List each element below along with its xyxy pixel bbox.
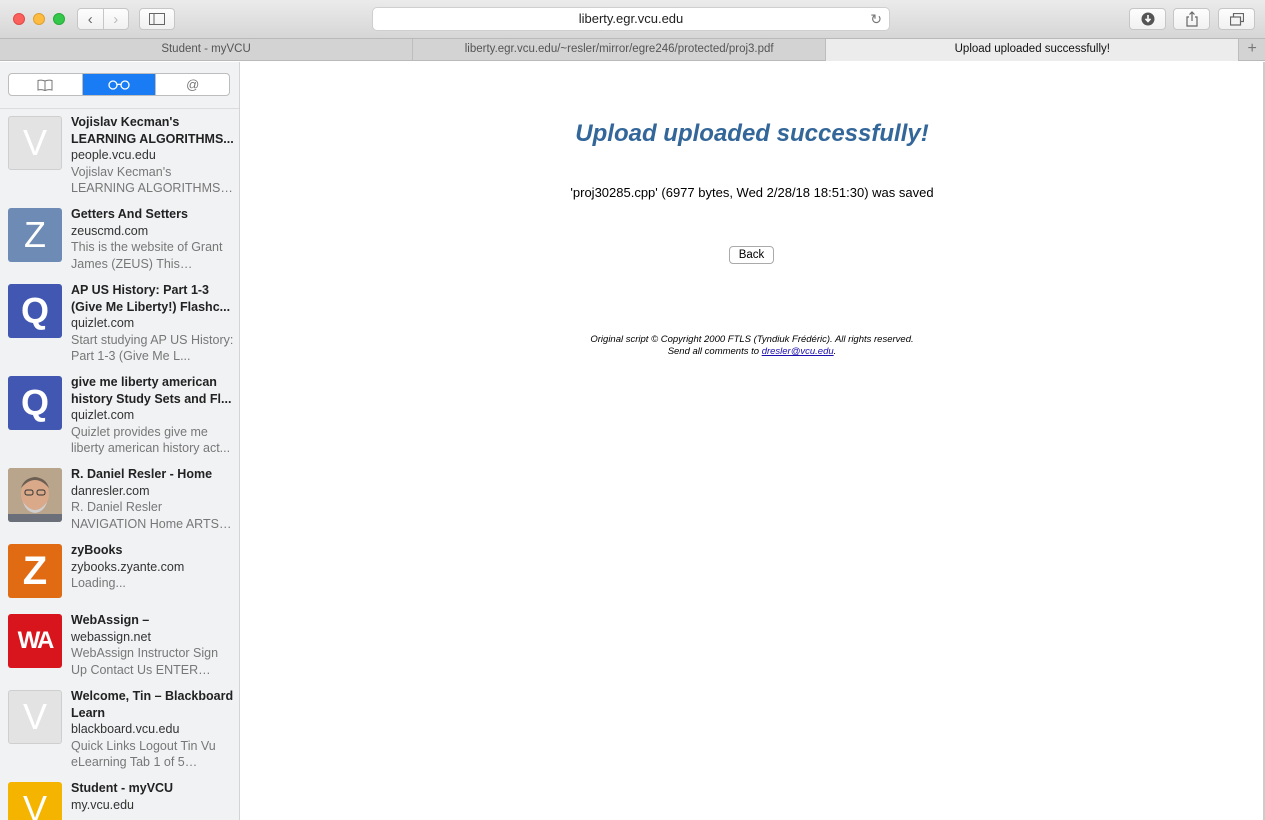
item-domain: people.vcu.edu [71,148,156,162]
saved-message: 'proj30285.cpp' (6977 bytes, Wed 2/28/18… [570,185,934,200]
browser-toolbar: ‹ › liberty.egr.vcu.edu ↻ [0,0,1265,38]
site-thumbnail: WA [8,614,62,668]
comments-line: Send all comments to dresler@vcu.edu. [241,346,1263,358]
page-content: Upload uploaded successfully! 'proj30285… [241,62,1263,818]
item-domain: my.vcu.edu [71,797,134,812]
item-title: give me liberty american history Study S… [71,375,232,406]
back-nav-icon[interactable]: ‹ [78,9,103,29]
item-domain: danresler.com [71,483,150,498]
item-title: R. Daniel Resler - Home [71,467,213,481]
item-domain: webassign.net [71,629,151,644]
site-thumbnail: V [8,690,62,744]
footer: Original script © Copyright 2000 FTLS (T… [241,334,1263,358]
tabs-icon [1229,12,1244,26]
navigation-buttons: ‹ › [77,8,129,30]
item-description: This is the website of Grant James (ZEUS… [71,240,223,271]
reload-icon[interactable]: ↻ [870,8,882,30]
site-thumbnail: Z [8,208,62,262]
bookmarks-icon[interactable] [9,74,82,95]
tab-proj3-pdf[interactable]: liberty.egr.vcu.edu/~resler/mirror/egre2… [413,39,827,61]
item-title: Welcome, Tin – Blackboard Learn [71,689,234,720]
address-bar[interactable]: liberty.egr.vcu.edu ↻ [372,7,890,31]
page-title: Upload uploaded successfully! [575,120,929,147]
comments-suffix: . [833,346,837,357]
site-thumbnail: Z [8,544,62,598]
maximize-window-button[interactable] [53,13,65,25]
sidebar: @ V Vojislav Kecman's LEARNING ALGORITHM… [0,62,240,820]
comments-prefix: Send all comments to [667,346,760,357]
back-button[interactable]: Back [729,246,774,264]
browser-window: ‹ › liberty.egr.vcu.edu ↻ Student - myVC… [0,0,1265,820]
site-thumbnail: Q [8,284,62,338]
sidebar-divider [0,108,239,109]
item-domain: quizlet.com [71,316,135,330]
sidebar-toggle-button[interactable] [139,8,175,30]
address-text: liberty.egr.vcu.edu [578,11,684,26]
item-domain: quizlet.com [71,408,135,422]
item-domain: blackboard.vcu.edu [71,722,180,736]
download-icon [1141,12,1154,26]
new-tab-icon[interactable]: + [1239,39,1265,61]
item-title: zyBooks [71,543,123,557]
tab-student-myvcu[interactable]: Student - myVCU [0,39,414,61]
item-description: Vojislav Kecman's LEARNING ALGORITHMS A.… [71,164,221,196]
sidebar-segmented-control: @ [8,73,230,96]
item-description: WebAssign Instructor Sign Up Contact Us … [71,646,219,677]
shared-links-icon[interactable]: @ [155,74,229,95]
item-description: Loading... [71,576,126,590]
item-title: Student - myVCU [71,781,174,795]
copyright-text: Original script © Copyright 2000 FTLS (T… [590,334,914,345]
item-description: Quick Links Logout Tin Vu eLearning Tab … [71,738,216,770]
sidebar-icon [149,13,165,25]
forward-nav-icon[interactable]: › [102,9,129,29]
item-description: Quizlet provides give me liberty america… [71,424,231,456]
site-thumbnail: V [8,116,62,170]
close-window-button[interactable] [13,13,25,25]
avatar [8,468,62,522]
site-thumbnail: V [8,782,62,820]
item-title: AP US History: Part 1-3 (Give Me Liberty… [71,283,231,314]
item-title: Vojislav Kecman's LEARNING ALGORITHMS... [71,115,234,146]
item-domain: zybooks.zyante.com [71,559,185,574]
share-button[interactable] [1173,8,1210,30]
reading-list-icon[interactable] [81,74,156,95]
email-link[interactable]: dresler@vcu.edu [762,346,834,357]
tab-upload-success[interactable]: Upload uploaded successfully! [826,39,1240,61]
tab-bar: Student - myVCU liberty.egr.vcu.edu/~res… [0,38,1265,61]
downloads-button[interactable] [1129,8,1166,30]
item-domain: zeuscmd.com [71,223,149,238]
item-title: Getters And Setters [71,207,188,221]
minimize-window-button[interactable] [33,13,45,25]
item-description: Start studying AP US History: Part 1-3 (… [71,332,234,364]
site-thumbnail: Q [8,376,62,430]
item-description: R. Daniel Resler NAVIGATION Home ARTS 3.… [71,500,219,531]
item-title: WebAssign – [71,613,150,627]
share-icon [1185,11,1198,27]
tab-overview-button[interactable] [1218,8,1255,30]
